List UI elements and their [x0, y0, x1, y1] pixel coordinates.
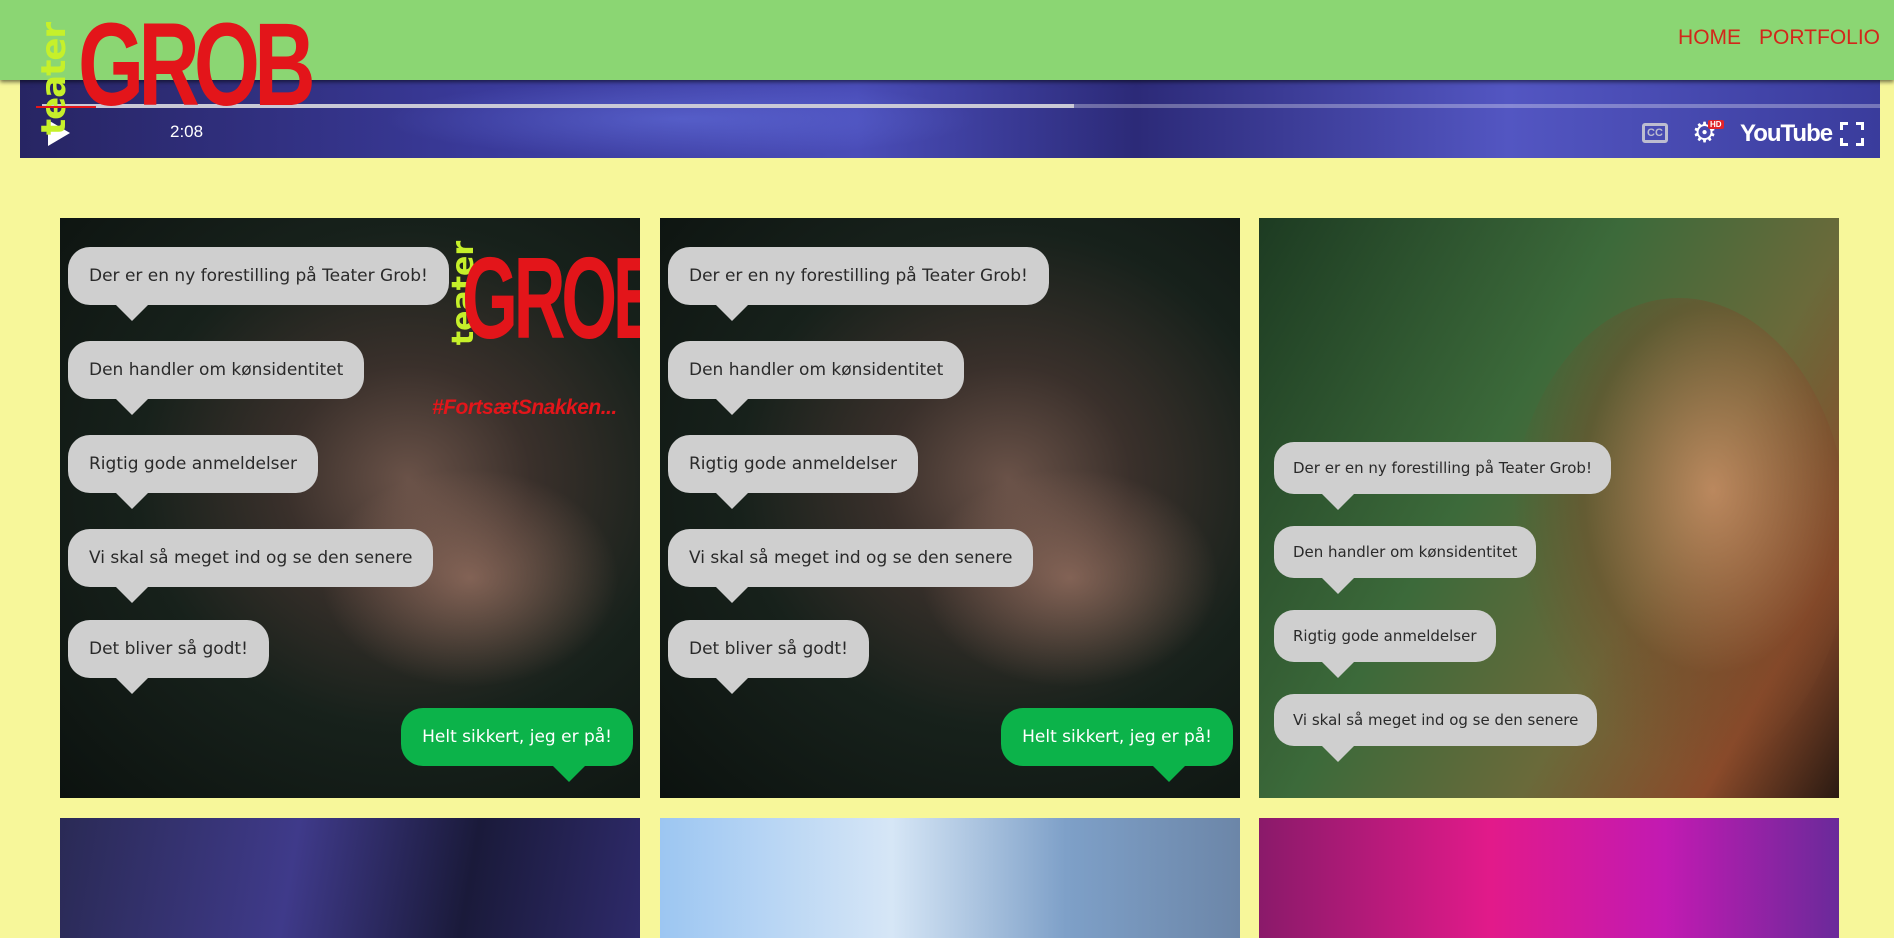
- fullscreen-icon[interactable]: [1840, 122, 1864, 146]
- chat-bubble: Den handler om kønsidentitet: [668, 341, 965, 415]
- chat-bubble: Rigtig gode anmeldelser: [668, 435, 918, 509]
- poster-hashtag: #FortsætSnakken...: [432, 396, 617, 419]
- poster-grob-text: GROB: [462, 233, 640, 363]
- portfolio-tile-1[interactable]: teater GROB #FortsætSnakken... Der er en…: [60, 218, 640, 798]
- logo-grob-text: GROB: [78, 0, 316, 131]
- chat-bubble: Det bliver så godt!: [68, 620, 269, 694]
- hd-badge: HD: [1708, 120, 1724, 129]
- nav-home-link[interactable]: HOME: [1678, 26, 1741, 50]
- chat-bubble: Der er en ny forestilling på Teater Grob…: [1274, 442, 1611, 510]
- youtube-logo[interactable]: YouTube: [1740, 120, 1833, 148]
- video-frame: [380, 80, 980, 158]
- teater-grob-poster-logo: teater GROB #FortsætSnakken...: [432, 238, 640, 428]
- chat-bubble: Rigtig gode anmeldelser: [1274, 610, 1496, 678]
- portfolio-tile-4[interactable]: [60, 818, 640, 938]
- chat-bubble: Der er en ny forestilling på Teater Grob…: [68, 247, 449, 321]
- portfolio-tile-5[interactable]: [660, 818, 1240, 938]
- site-logo[interactable]: teater GROB: [28, 6, 315, 150]
- logo-line: [36, 106, 96, 108]
- chat-bubble: Vi skal så meget ind og se den senere: [1274, 694, 1598, 762]
- chat-bubble: Der er en ny forestilling på Teater Grob…: [668, 247, 1049, 321]
- portfolio-tile-6[interactable]: [1259, 818, 1839, 938]
- portfolio-tile-2[interactable]: Der er en ny forestilling på Teater Grob…: [660, 218, 1240, 798]
- chat-bubble: Den handler om kønsidentitet: [68, 341, 365, 415]
- video-progress-bar[interactable]: [42, 104, 1880, 108]
- reply-bubble: Helt sikkert, jeg er på!: [401, 708, 633, 782]
- chat-bubble: Det bliver så godt!: [668, 620, 869, 694]
- chat-bubble: Rigtig gode anmeldelser: [68, 435, 318, 509]
- nav-portfolio-link[interactable]: PORTFOLIO: [1759, 26, 1880, 50]
- chat-bubble: Vi skal så meget ind og se den senere: [68, 529, 434, 603]
- chat-bubble: Vi skal så meget ind og se den senere: [668, 529, 1034, 603]
- captions-icon[interactable]: CC: [1642, 123, 1668, 143]
- chat-bubble: Den handler om kønsidentitet: [1274, 526, 1537, 594]
- portfolio-tile-3[interactable]: Der er en ny forestilling på Teater Grob…: [1259, 218, 1839, 798]
- logo-teater-text: teater: [34, 22, 75, 136]
- main-nav: HOME PORTFOLIO: [1678, 26, 1880, 50]
- reply-bubble: Helt sikkert, jeg er på!: [1001, 708, 1233, 782]
